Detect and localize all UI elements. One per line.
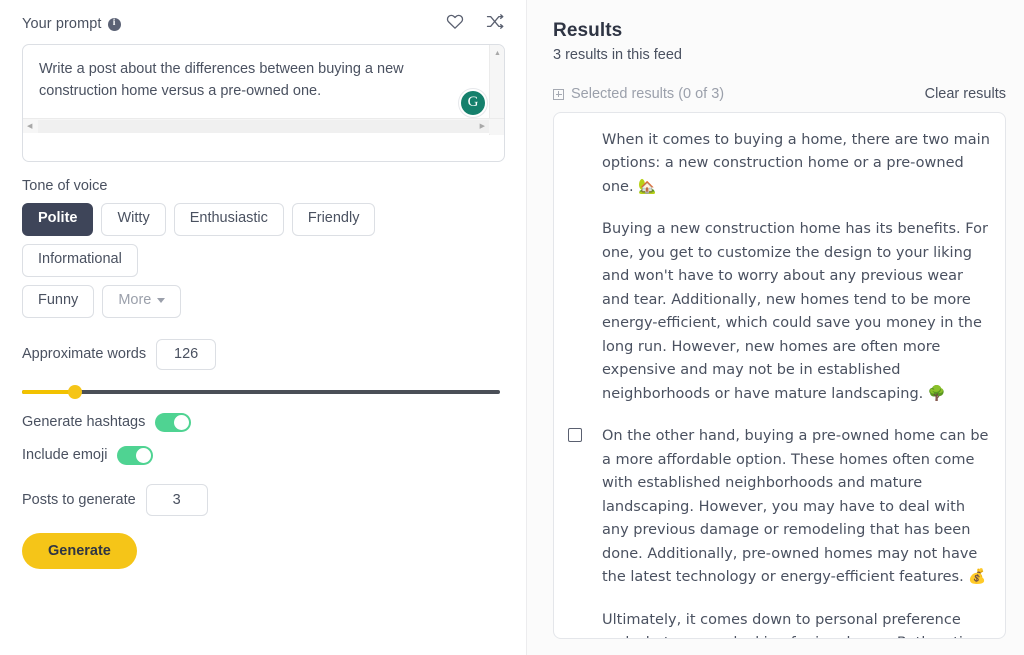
generate-hashtags-toggle[interactable]	[155, 412, 192, 432]
generate-hashtags-label: Generate hashtags	[22, 414, 146, 431]
prompt-panel: Your prompt i Write a post about the dif…	[0, 0, 527, 655]
slider-track[interactable]	[22, 389, 500, 394]
result-card: When it comes to buying a home, there ar…	[553, 112, 1006, 639]
expand-plus-box-icon[interactable]	[553, 88, 564, 100]
scroll-right-icon[interactable]: ▶	[480, 122, 485, 130]
results-title: Results	[553, 20, 623, 41]
approximate-words-row: Approximate words	[22, 338, 505, 370]
result-paragraph-group-1: When it comes to buying a home, there ar…	[568, 129, 991, 406]
include-emoji-label: Include emoji	[22, 447, 108, 464]
results-subtitle: 3 results in this feed	[553, 47, 682, 63]
prompt-input[interactable]: Write a post about the differences betwe…	[23, 45, 501, 103]
approximate-words-input[interactable]	[156, 338, 217, 370]
toggle-knob	[174, 414, 190, 430]
include-emoji-toggle[interactable]	[117, 445, 154, 465]
result-paragraph-group-2: On the other hand, buying a pre-owned ho…	[568, 425, 991, 638]
result-select-checkbox[interactable]	[568, 428, 582, 443]
scrollbar-thumb[interactable]	[38, 120, 493, 133]
tone-of-voice-label: Tone of voice	[22, 178, 108, 194]
paragraph-column: On the other hand, buying a pre-owned ho…	[602, 425, 991, 638]
tone-more-label: More	[118, 291, 152, 308]
posts-to-generate-row: Posts to generate	[22, 483, 505, 516]
tone-chip-funny[interactable]: Funny	[22, 284, 95, 318]
app-root: Your prompt i Write a post about the dif…	[0, 0, 1024, 655]
result-paragraph: Buying a new construction home has its b…	[602, 221, 988, 402]
tone-chip-friendly[interactable]: Friendly	[291, 203, 376, 236]
selected-results-row: Selected results (0 of 3) Clear results	[553, 85, 1014, 103]
chevron-down-icon	[157, 297, 166, 303]
result-paragraph: On the other hand, buying a pre-owned ho…	[602, 428, 989, 586]
clear-results-button[interactable]: Clear results	[925, 86, 1006, 102]
toggle-knob	[136, 447, 152, 463]
checkbox-column	[568, 425, 602, 443]
result-paragraph: Ultimately, it comes down to personal pr…	[602, 611, 989, 638]
prompt-label: Your prompt	[22, 16, 102, 32]
paragraph-column: When it comes to buying a home, there ar…	[602, 129, 991, 406]
approximate-words-slider[interactable]	[22, 384, 500, 399]
checkbox-column	[568, 129, 602, 132]
shuffle-icon[interactable]	[486, 13, 505, 35]
posts-to-generate-input[interactable]	[145, 483, 208, 516]
grammarly-glyph: G	[461, 91, 485, 115]
tone-chip-polite[interactable]: Polite	[22, 203, 94, 236]
tone-chip-group-row2: Funny More	[22, 284, 482, 318]
prompt-horizontal-scrollbar[interactable]: ◀ ▶	[23, 118, 504, 134]
tone-more-button[interactable]: More	[102, 284, 182, 318]
slider-thumb[interactable]	[68, 384, 82, 399]
selected-results-label[interactable]: Selected results (0 of 3)	[571, 86, 724, 102]
prompt-header: Your prompt i	[22, 10, 505, 38]
result-paragraph: When it comes to buying a home, there ar…	[602, 132, 990, 195]
tone-chip-group: Polite Witty Enthusiastic Friendly Infor…	[22, 203, 482, 277]
generate-hashtags-row: Generate hashtags	[22, 412, 505, 432]
results-panel: Results 3 results in this feed Selected …	[527, 0, 1024, 655]
tone-chip-informational[interactable]: Informational	[22, 243, 138, 277]
heart-icon[interactable]	[446, 13, 464, 35]
approximate-words-label: Approximate words	[22, 346, 147, 363]
info-icon[interactable]: i	[107, 17, 121, 31]
tone-chip-enthusiastic[interactable]: Enthusiastic	[173, 203, 284, 236]
prompt-textarea-wrapper[interactable]: Write a post about the differences betwe…	[22, 44, 505, 162]
scrollbar-corner	[489, 119, 504, 134]
scroll-up-icon[interactable]: ▲	[494, 50, 501, 57]
posts-to-generate-label: Posts to generate	[22, 491, 136, 508]
scroll-left-icon[interactable]: ◀	[27, 122, 32, 130]
include-emoji-row: Include emoji	[22, 445, 505, 465]
grammarly-icon[interactable]: G	[458, 88, 488, 118]
generate-button[interactable]: Generate	[22, 532, 137, 569]
tone-chip-witty[interactable]: Witty	[101, 203, 166, 236]
